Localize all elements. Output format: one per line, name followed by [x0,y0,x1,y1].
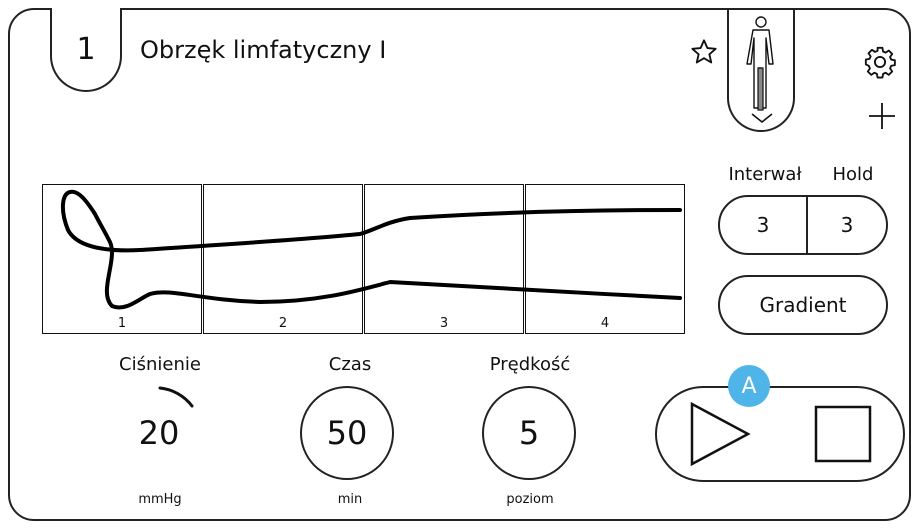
program-title: Obrzęk limfatyczny I [140,36,387,64]
hold-value: 3 [840,213,854,237]
segment-2[interactable]: 2 [203,184,363,334]
gradient-button[interactable]: Gradient [718,275,888,335]
interval-label: Interwał [728,164,802,185]
hold-value-button[interactable]: 3 [808,197,886,253]
star-outline-icon [691,39,717,64]
a-badge-text: A [741,373,757,399]
gradient-label: Gradient [759,293,847,317]
interval-value-button[interactable]: 3 [720,197,808,253]
play-button[interactable] [688,400,752,468]
pressure-label: Ciśnienie [119,354,201,375]
play-stop-control [655,386,905,482]
program-number-tab[interactable]: 1 [50,8,122,92]
interval-value: 3 [756,213,770,237]
segment-label: 3 [439,316,449,331]
pressure-unit: mmHg [138,492,182,507]
time-dial[interactable]: 50 [300,386,394,480]
add-button[interactable] [866,100,898,132]
body-figure-icon [746,16,774,111]
segment-3[interactable]: 3 [364,184,524,334]
gear-icon [864,46,896,79]
segment-label: 2 [278,316,288,331]
stop-icon [814,405,871,463]
time-label: Czas [328,354,372,375]
interval-hold-selector: 3 3 [718,195,888,255]
segment-label: 1 [117,316,127,331]
hold-label: Hold [832,164,874,185]
segment-label: 4 [600,316,610,331]
settings-button[interactable] [862,44,898,80]
body-selector-tab[interactable] [727,8,795,132]
pressure-dial[interactable]: 20 [112,386,206,480]
plus-icon [869,103,895,129]
time-value: 50 [326,414,368,452]
chevron-down-icon [751,113,773,124]
speed-label: Prędkość [489,354,571,375]
program-number: 1 [76,31,96,67]
stop-button[interactable] [813,404,873,464]
segment-4[interactable]: 4 [525,184,685,334]
segment-1[interactable]: 1 [42,184,202,334]
favorite-button[interactable] [688,36,720,68]
pressure-value: 20 [138,414,180,452]
speed-dial[interactable]: 5 [482,386,576,480]
time-unit: min [337,492,363,507]
play-icon [690,401,751,467]
speed-value: 5 [518,414,540,452]
a-badge[interactable]: A [728,365,770,407]
speed-unit: poziom [506,492,554,507]
